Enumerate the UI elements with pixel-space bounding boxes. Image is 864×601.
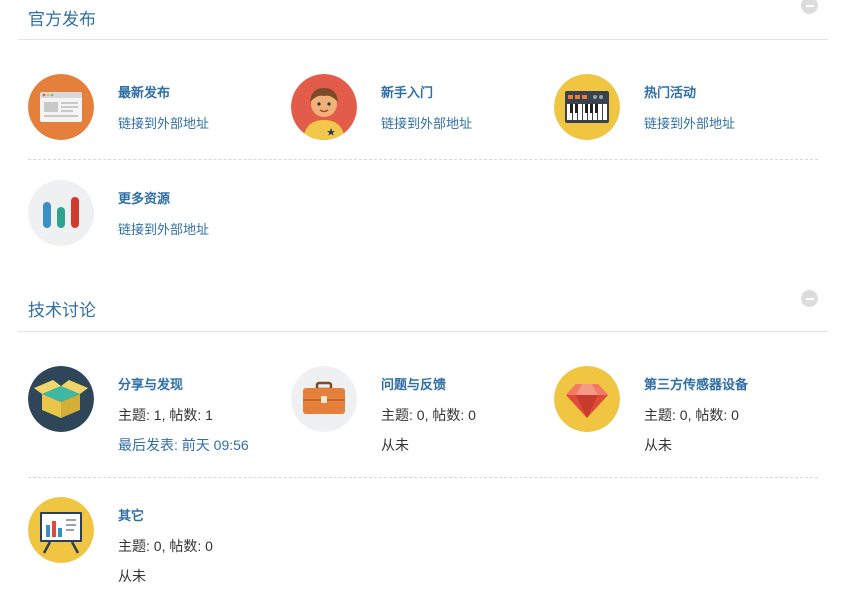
forum-item: 第三方传感器设备 主题: 0, 帖数: 0 从未 <box>554 366 804 461</box>
briefcase-icon[interactable] <box>291 366 357 432</box>
forum-item: 分享与发现 主题: 1, 帖数: 1 最后发表: 前天 09:56 <box>28 366 278 461</box>
forum-subtitle[interactable]: 链接到外部地址 <box>381 113 472 132</box>
last-post-prefix: 从未 <box>381 437 409 453</box>
forum-item: 更多资源 链接到外部地址 <box>28 180 278 250</box>
forum-subtitle[interactable]: 链接到外部地址 <box>644 113 735 132</box>
presentation-board-icon[interactable] <box>28 497 94 563</box>
open-box-icon[interactable] <box>28 366 94 432</box>
last-post-prefix: 从未 <box>118 568 146 584</box>
forum-stats: 主题: 1, 帖数: 1 <box>118 407 213 423</box>
forum-name[interactable]: 更多资源 <box>118 188 170 207</box>
last-post: 最后发表: 前天 09:56 <box>118 435 249 455</box>
section-divider <box>18 331 828 332</box>
forum-item: 热门活动 链接到外部地址 <box>554 74 804 144</box>
last-post-prefix: 最后发表: <box>118 437 182 453</box>
forum-name[interactable]: 新手入门 <box>381 82 433 101</box>
forum-item: 最新发布 链接到外部地址 <box>28 74 278 144</box>
last-post: 从未 <box>644 435 672 455</box>
forum-name[interactable]: 分享与发现 <box>118 374 183 393</box>
last-post-prefix: 从未 <box>644 437 672 453</box>
last-post-link[interactable]: 最后发表: 前天 09:56 <box>118 437 249 453</box>
forum-name[interactable]: 问题与反馈 <box>381 374 446 393</box>
forum-name[interactable]: 第三方传感器设备 <box>644 374 748 393</box>
forum-item: 其它 主题: 0, 帖数: 0 从未 <box>28 497 278 592</box>
section-divider <box>18 39 828 40</box>
row-divider <box>28 477 818 478</box>
section-official: 官方发布 最新发布 链接到外部地址 新手入门 链接到外部地址 热门活动 链接到外… <box>0 0 864 265</box>
section-title[interactable]: 官方发布 <box>28 5 96 30</box>
forum-stats: 主题: 0, 帖数: 0 <box>381 407 476 423</box>
forum-stats: 主题: 0, 帖数: 0 <box>118 538 213 554</box>
gem-icon[interactable] <box>554 366 620 432</box>
forum-item: 问题与反馈 主题: 0, 帖数: 0 从未 <box>291 366 541 461</box>
beginner-avatar-icon[interactable] <box>291 74 357 140</box>
bar-chart-icon[interactable] <box>28 180 94 246</box>
section-title[interactable]: 技术讨论 <box>28 296 96 321</box>
forum-name[interactable]: 其它 <box>118 505 144 524</box>
forum-name[interactable]: 最新发布 <box>118 82 170 101</box>
section-tech-discussion: 技术讨论 分享与发现 主题: 1, 帖数: 1 最后发表: 前天 09:56 问… <box>0 290 864 601</box>
forum-subtitle[interactable]: 链接到外部地址 <box>118 219 209 238</box>
forum-name[interactable]: 热门活动 <box>644 82 696 101</box>
last-post: 从未 <box>118 566 146 586</box>
forum-stats: 主题: 0, 帖数: 0 <box>644 407 739 423</box>
forum-subtitle[interactable]: 链接到外部地址 <box>118 113 209 132</box>
last-post-time: 前天 09:56 <box>181 437 249 453</box>
row-divider <box>28 159 818 160</box>
forum-item: 新手入门 链接到外部地址 <box>291 74 541 144</box>
synthesizer-icon[interactable] <box>554 74 620 140</box>
last-post: 从未 <box>381 435 409 455</box>
collapse-button[interactable] <box>801 290 818 307</box>
browser-window-icon[interactable] <box>28 74 94 140</box>
collapse-button[interactable] <box>801 0 818 14</box>
